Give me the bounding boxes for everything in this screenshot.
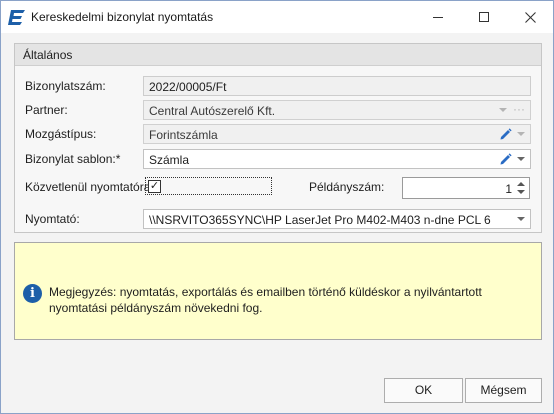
spin-down-icon[interactable] xyxy=(517,190,525,194)
minimize-button[interactable] xyxy=(415,1,461,33)
partner-value: Central Autószerelő Kft. xyxy=(149,104,276,118)
close-icon xyxy=(524,11,536,23)
partner-label: Partner: xyxy=(25,103,68,117)
info-icon: i xyxy=(23,284,42,303)
chevron-down-icon[interactable] xyxy=(517,217,525,221)
info-note-text: Megjegyzés: nyomtatás, exportálás és ema… xyxy=(49,285,482,315)
group-header: Általános xyxy=(15,44,541,66)
minimize-icon xyxy=(433,16,443,18)
title-bar[interactable]: Kereskedelmi bizonylat nyomtatás xyxy=(1,1,553,33)
document-number-label: Bizonylatszám: xyxy=(25,79,106,93)
chevron-down-icon[interactable] xyxy=(517,157,525,161)
spin-up-icon[interactable] xyxy=(517,182,525,186)
ellipsis-icon[interactable]: ··· xyxy=(513,102,525,116)
maximize-button[interactable] xyxy=(461,1,507,33)
movement-type-value: Forintszámla xyxy=(149,128,218,142)
chevron-down-icon[interactable] xyxy=(499,108,507,112)
print-direct-checkbox[interactable]: ✓ xyxy=(145,177,272,195)
printer-label: Nyomtató: xyxy=(25,212,80,226)
group-title: Általános xyxy=(23,48,73,62)
maximize-icon xyxy=(479,12,489,22)
chevron-down-icon[interactable] xyxy=(517,132,525,136)
printer-value: \\NSRVITO365SYNC\HP LaserJet Pro M402-M4… xyxy=(149,213,491,227)
info-panel: i Megjegyzés: nyomtatás, exportálás és e… xyxy=(14,242,542,340)
document-number-field[interactable]: 2022/00005/Ft xyxy=(143,76,531,96)
app-logo-icon xyxy=(8,10,25,25)
pencil-edit-icon[interactable] xyxy=(499,152,513,166)
copies-label: Példányszám: xyxy=(309,180,385,194)
window-title: Kereskedelmi bizonylat nyomtatás xyxy=(31,10,214,24)
document-number-value: 2022/00005/Ft xyxy=(149,80,227,94)
copies-spinner[interactable]: 1 xyxy=(402,177,530,199)
template-label: Bizonylat sablon:* xyxy=(25,152,121,166)
template-value: Számla xyxy=(149,153,190,167)
partner-lookup-field[interactable]: Central Autószerelő Kft. ··· xyxy=(143,100,531,120)
close-button[interactable] xyxy=(507,1,553,33)
ok-button[interactable]: OK xyxy=(384,378,463,403)
checkmark-icon[interactable]: ✓ xyxy=(148,180,161,193)
printer-select[interactable]: \\NSRVITO365SYNC\HP LaserJet Pro M402-M4… xyxy=(143,209,531,229)
movement-type-label: Mozgástípus: xyxy=(25,127,97,141)
copies-value: 1 xyxy=(505,182,512,196)
cancel-button[interactable]: Mégsem xyxy=(465,378,542,403)
pencil-edit-icon[interactable] xyxy=(499,127,513,141)
movement-type-field[interactable]: Forintszámla xyxy=(143,124,531,144)
print-direct-label: Közvetlenül nyomtatóra xyxy=(25,180,151,194)
general-group: Általános Bizonylatszám: 2022/00005/Ft P… xyxy=(14,43,542,233)
template-select[interactable]: Számla xyxy=(143,149,531,169)
print-dialog-window: Kereskedelmi bizonylat nyomtatás Általán… xyxy=(0,0,554,414)
